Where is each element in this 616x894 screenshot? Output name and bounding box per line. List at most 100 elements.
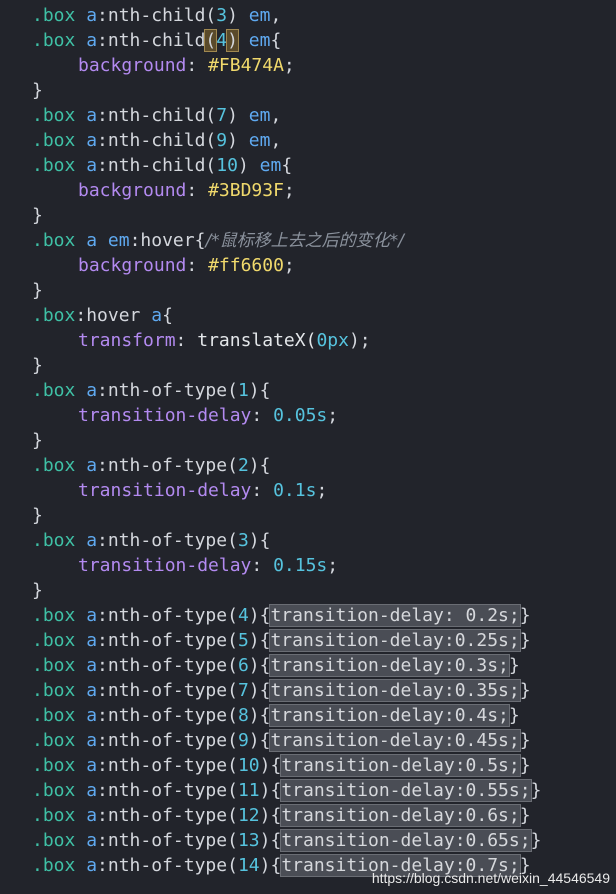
punctuation: ){ (259, 780, 282, 801)
code-line-folded[interactable]: .box a:nth-of-type(7){transition-delay:0… (32, 678, 531, 703)
code-line[interactable]: } (32, 78, 43, 103)
selector-class: .box (32, 605, 76, 626)
selector-tag: em (248, 5, 271, 26)
code-line-folded[interactable]: .box a:nth-of-type(6){transition-delay:0… (32, 653, 520, 678)
number: 4 (216, 30, 228, 51)
punctuation: ){ (248, 705, 271, 726)
number: 0.1s (273, 480, 317, 501)
code-line[interactable]: } (32, 203, 43, 228)
folded-declaration[interactable]: transition-delay:0.55s; (280, 779, 532, 802)
code-line[interactable]: transition-delay: 0.15s; (78, 553, 338, 578)
selector-class: .box (32, 5, 76, 26)
selector-class: .box (32, 455, 76, 476)
selector-tag: em (248, 130, 271, 151)
code-line[interactable]: } (32, 578, 43, 603)
number: 7 (216, 105, 228, 126)
css-property: transition-delay (78, 405, 252, 426)
number: 10 (237, 755, 260, 776)
folded-declaration[interactable]: transition-delay:0.45s; (269, 729, 521, 752)
number: 4 (237, 605, 249, 626)
code-line[interactable]: transform: translateX(0px); (78, 328, 371, 353)
punctuation: : (251, 405, 263, 426)
selector-class: .box (32, 780, 76, 801)
selector-tag: a (86, 155, 98, 176)
code-line-folded[interactable]: .box a:nth-of-type(12){transition-delay:… (32, 803, 531, 828)
code-line[interactable]: transition-delay: 0.1s; (78, 478, 327, 503)
code-line[interactable]: .box a:nth-child(10) em{ (32, 153, 292, 178)
punctuation: ){ (259, 855, 282, 876)
css-property: transition-delay (78, 480, 252, 501)
brace: } (32, 80, 43, 101)
code-editor[interactable]: .box a:nth-child(3) em, .box a:nth-child… (0, 0, 616, 894)
code-line[interactable]: .box:hover a{ (32, 303, 173, 328)
code-line[interactable]: .box a:nth-of-type(3){ (32, 528, 270, 553)
css-function: translateX( (197, 330, 317, 351)
selector-class: .box (32, 155, 76, 176)
selector-class: .box (32, 130, 76, 151)
number: 13 (237, 830, 260, 851)
selector-tag: a (86, 680, 98, 701)
brace: } (32, 355, 43, 376)
punctuation: ){ (248, 605, 271, 626)
brace: } (508, 705, 520, 726)
folded-declaration[interactable]: transition-delay:0.3s; (269, 654, 510, 677)
folded-declaration[interactable]: transition-delay:0.65s; (280, 829, 532, 852)
code-line-folded[interactable]: .box a:nth-of-type(10){transition-delay:… (32, 753, 531, 778)
code-line[interactable]: } (32, 353, 43, 378)
punctuation: ){ (248, 630, 271, 651)
folded-declaration[interactable]: transition-delay:0.25s; (269, 629, 521, 652)
selector-tag: a (86, 630, 98, 651)
code-line[interactable]: background: #FB474A; (78, 53, 295, 78)
selector-tag: a (86, 755, 98, 776)
pseudo-class: :nth-of-type( (97, 530, 238, 551)
folded-declaration[interactable]: transition-delay: 0.2s; (269, 604, 521, 627)
code-line[interactable]: transition-delay: 0.05s; (78, 403, 338, 428)
watermark: https://blog.csdn.net/weixin_44546549 (371, 870, 610, 886)
paren: ) (237, 155, 249, 176)
code-line[interactable]: } (32, 428, 43, 453)
punctuation: : (251, 480, 263, 501)
folded-declaration[interactable]: transition-delay:0.4s; (269, 704, 510, 727)
selector-tag: a (86, 130, 98, 151)
code-line[interactable]: background: #ff6600; (78, 253, 295, 278)
selector-tag: em (107, 230, 130, 251)
code-line[interactable]: .box a:nth-of-type(2){ (32, 453, 270, 478)
code-line-folded[interactable]: .box a:nth-of-type(4){transition-delay: … (32, 603, 531, 628)
code-line[interactable]: background: #3BD93F; (78, 178, 295, 203)
brace: } (32, 430, 43, 451)
brace: } (32, 580, 43, 601)
number: 6 (237, 655, 249, 676)
code-line[interactable]: .box a:nth-of-type(1){ (32, 378, 270, 403)
code-line[interactable]: .box a:nth-child(3) em, (32, 3, 281, 28)
selector-class: .box (32, 705, 76, 726)
css-value: #ff6600 (208, 255, 284, 276)
folded-declaration[interactable]: transition-delay:0.6s; (280, 804, 521, 827)
code-line-folded[interactable]: .box a:nth-of-type(5){transition-delay:0… (32, 628, 531, 653)
punctuation: : (251, 555, 263, 576)
selector-class: .box (32, 680, 76, 701)
code-line-folded[interactable]: .box a:nth-of-type(9){transition-delay:0… (32, 728, 531, 753)
pseudo-class: :nth-of-type( (97, 630, 238, 651)
code-line[interactable]: .box a:nth-child(4) em{ (32, 28, 281, 53)
folded-declaration[interactable]: transition-delay:0.35s; (269, 679, 521, 702)
css-property: transform (78, 330, 176, 351)
number: 3 (216, 5, 228, 26)
selector-tag: a (86, 855, 98, 876)
code-line[interactable]: } (32, 503, 43, 528)
code-line-folded[interactable]: .box a:nth-of-type(13){transition-delay:… (32, 828, 541, 853)
code-line-folded[interactable]: .box a:nth-of-type(11){transition-delay:… (32, 778, 541, 803)
folded-declaration[interactable]: transition-delay:0.5s; (280, 754, 521, 777)
pseudo-class: :nth-of-type( (97, 830, 238, 851)
code-line-folded[interactable]: .box a:nth-of-type(8){transition-delay:0… (32, 703, 520, 728)
code-line[interactable]: .box a:nth-child(7) em, (32, 103, 281, 128)
selector-class: .box (32, 855, 76, 876)
selector-class: .box (32, 105, 76, 126)
code-line[interactable]: .box a:nth-child(9) em, (32, 128, 281, 153)
brace: } (519, 805, 531, 826)
selector-class: .box (32, 755, 76, 776)
pseudo-class: :nth-child( (97, 155, 217, 176)
code-line[interactable]: } (32, 278, 43, 303)
code-line[interactable]: .box a em:hover{/*鼠标移上去之后的变化*/ (32, 228, 404, 253)
brace: } (530, 780, 542, 801)
number: 14 (237, 855, 260, 876)
